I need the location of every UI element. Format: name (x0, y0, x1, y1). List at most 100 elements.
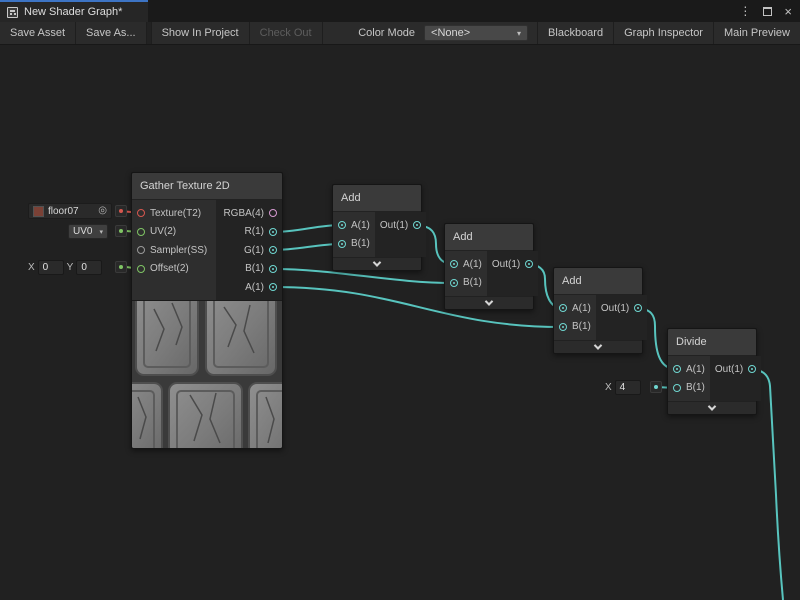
preview-expander[interactable] (668, 401, 756, 414)
port-out[interactable] (413, 221, 421, 229)
port-texture[interactable] (137, 209, 145, 217)
check-out-button: Check Out (250, 22, 323, 44)
graph-inspector-toggle-button[interactable]: Graph Inspector (613, 22, 713, 44)
toolbar: Save Asset Save As... Show In Project Ch… (0, 22, 800, 45)
offset-x-label: X (28, 262, 35, 273)
port-label: B(1) (463, 277, 482, 288)
object-picker-icon[interactable]: ◎ (98, 206, 107, 216)
divide-b-field: X 4 (605, 380, 641, 395)
port-b[interactable] (269, 265, 277, 273)
blackboard-label: Blackboard (548, 27, 603, 39)
port-a[interactable] (450, 260, 458, 268)
port-offset[interactable] (137, 265, 145, 273)
maximize-icon[interactable] (763, 7, 772, 16)
offset-stub-port[interactable] (115, 261, 127, 273)
node-title: Divide (668, 329, 756, 356)
port-b[interactable] (559, 323, 567, 331)
port-out[interactable] (525, 260, 533, 268)
port-b[interactable] (338, 240, 346, 248)
texture-field-value: floor07 (48, 206, 79, 217)
port-sampler[interactable] (137, 246, 145, 254)
edge-r-to-add1-a[interactable] (273, 225, 341, 232)
node-add-2[interactable]: Add A(1) B(1) Out(1) (444, 223, 534, 310)
edge-g-to-add1-b[interactable] (273, 244, 341, 250)
port-a[interactable] (338, 221, 346, 229)
chevron-down-icon (708, 402, 716, 410)
port-label: RGBA(4) (223, 208, 264, 219)
port-label: A(1) (686, 364, 705, 375)
divide-b-stub-port[interactable] (650, 381, 662, 393)
divide-b-input[interactable]: 4 (615, 380, 641, 395)
port-out[interactable] (634, 304, 642, 312)
check-out-label: Check Out (260, 27, 312, 39)
port-label: B(1) (572, 321, 591, 332)
tab-title: New Shader Graph* (24, 6, 122, 18)
port-out[interactable] (748, 365, 756, 373)
port-label: Out(1) (492, 259, 520, 270)
edge-b-to-add2-b[interactable] (273, 269, 453, 283)
port-label: G(1) (244, 245, 264, 256)
node-title: Gather Texture 2D (132, 173, 282, 200)
chevron-down-icon (594, 341, 602, 349)
main-preview-toggle-button[interactable]: Main Preview (713, 22, 800, 44)
port-label: UV(2) (150, 226, 176, 237)
port-label: Out(1) (715, 364, 743, 375)
port-a[interactable] (673, 365, 681, 373)
edge-layer (0, 45, 800, 600)
port-g[interactable] (269, 246, 277, 254)
node-preview-texture (132, 300, 282, 448)
port-label: A(1) (245, 282, 264, 293)
uv-stub-port[interactable] (115, 225, 127, 237)
preview-expander[interactable] (554, 340, 642, 353)
window-menu-icon[interactable]: ⋮ (739, 5, 751, 17)
port-a[interactable] (559, 304, 567, 312)
graph-inspector-label: Graph Inspector (624, 27, 703, 39)
port-label: Out(1) (380, 220, 408, 231)
node-title: Add (333, 185, 421, 212)
preview-expander[interactable] (445, 296, 533, 309)
main-preview-label: Main Preview (724, 27, 790, 39)
port-label: Offset(2) (150, 263, 189, 274)
node-divide[interactable]: Divide A(1) B(1) Out(1) (667, 328, 757, 415)
tab-shader-graph[interactable]: New Shader Graph* (0, 0, 148, 22)
port-label: Texture(T2) (150, 208, 201, 219)
offset-vector2-field: X 0 Y 0 (28, 260, 102, 275)
graph-canvas[interactable]: floor07 ◎ UV0 ▾ X 0 Y 0 X 4 Gather Textu… (0, 45, 800, 600)
node-add-1[interactable]: Add A(1) B(1) Out(1) (332, 184, 422, 271)
node-add-3[interactable]: Add A(1) B(1) Out(1) (553, 267, 643, 354)
preview-expander[interactable] (333, 257, 421, 270)
node-title: Add (554, 268, 642, 295)
port-rgba[interactable] (269, 209, 277, 217)
show-in-project-button[interactable]: Show In Project (152, 22, 250, 44)
blackboard-toggle-button[interactable]: Blackboard (537, 22, 613, 44)
port-label: A(1) (572, 303, 591, 314)
port-label: B(1) (686, 382, 705, 393)
color-mode-label: Color Mode (352, 22, 424, 44)
window-controls: ⋮ × (739, 0, 792, 22)
titlebar: New Shader Graph* ⋮ × (0, 0, 800, 22)
color-mode-dropdown[interactable]: <None> ▾ (424, 25, 528, 41)
port-b[interactable] (450, 279, 458, 287)
texture-stub-port[interactable] (115, 205, 127, 217)
output-ports: Out(1) (596, 295, 647, 340)
port-b[interactable] (673, 384, 681, 392)
offset-y-label: Y (67, 262, 74, 273)
close-icon[interactable]: × (784, 5, 792, 18)
port-uv[interactable] (137, 228, 145, 236)
texture-object-field[interactable]: floor07 ◎ (28, 203, 112, 219)
chevron-down-icon: ▾ (517, 29, 521, 38)
save-asset-button[interactable]: Save Asset (0, 22, 76, 44)
output-ports: Out(1) (487, 251, 538, 296)
input-ports: A(1) B(1) (445, 251, 487, 296)
chevron-down-icon (485, 297, 493, 305)
offset-x-input[interactable]: 0 (38, 260, 64, 275)
output-ports: Out(1) (375, 212, 426, 257)
save-as-button[interactable]: Save As... (76, 22, 147, 44)
port-r[interactable] (269, 228, 277, 236)
offset-y-input[interactable]: 0 (76, 260, 102, 275)
port-label: A(1) (463, 259, 482, 270)
node-gather-texture-2d[interactable]: Gather Texture 2D Texture(T2) UV(2) Samp… (131, 172, 283, 449)
port-a[interactable] (269, 283, 277, 291)
port-label: R(1) (245, 226, 264, 237)
uv-channel-dropdown[interactable]: UV0 ▾ (68, 224, 108, 239)
